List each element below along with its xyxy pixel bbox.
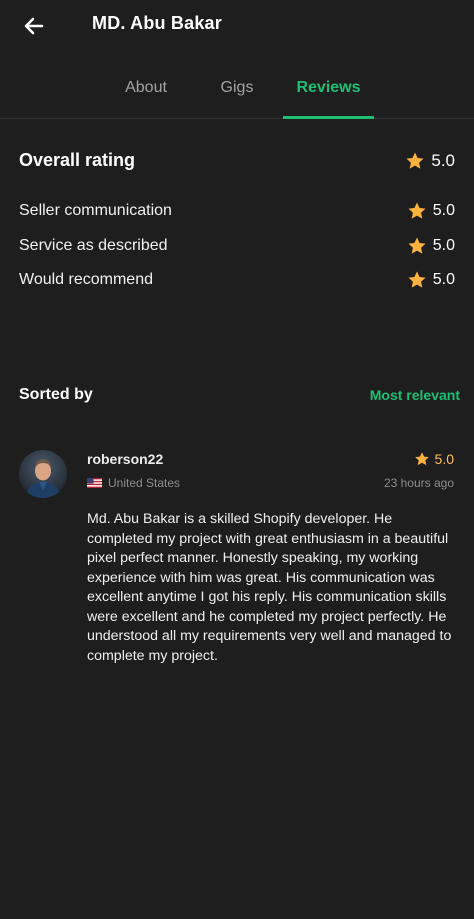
rating-label: Service as described xyxy=(19,237,168,254)
country-name: United States xyxy=(108,476,181,490)
rating-label: Seller communication xyxy=(19,202,172,219)
top-bar: MD. Abu Bakar xyxy=(0,0,474,56)
overall-rating-value-group: 5.0 xyxy=(405,151,455,171)
avatar-image xyxy=(19,450,67,498)
star-icon xyxy=(408,271,426,288)
rating-value: 5.0 xyxy=(432,271,455,288)
rating-value: 5.0 xyxy=(432,237,455,254)
rating-value-group: 5.0 xyxy=(407,236,455,256)
tab-gigs[interactable]: Gigs xyxy=(208,70,266,118)
star-icon xyxy=(408,237,426,254)
overall-rating-label: Overall rating xyxy=(19,150,136,170)
sort-dropdown[interactable]: Most relevant xyxy=(370,387,460,403)
sort-label: Sorted by xyxy=(19,386,93,403)
rating-value: 5.0 xyxy=(432,202,455,219)
us-flag-icon xyxy=(87,478,102,488)
review-text: Md. Abu Bakar is a skilled Shopify devel… xyxy=(87,511,452,664)
rating-row-seller-communication: Seller communication 5.0 xyxy=(19,201,455,221)
review-time: 23 hours ago xyxy=(383,476,454,490)
rating-row-would-recommend: Would recommend 5.0 xyxy=(19,270,455,290)
review-rating-value: 5.0 xyxy=(434,451,454,467)
back-button[interactable] xyxy=(18,10,50,42)
star-icon xyxy=(406,152,424,169)
tab-bar: About Gigs Reviews xyxy=(0,70,474,119)
sort-row: Sorted by Most relevant xyxy=(19,386,460,404)
rating-row-service-as-described: Service as described 5.0 xyxy=(19,236,455,256)
reviewer-username[interactable]: roberson22 xyxy=(87,451,163,467)
star-icon xyxy=(408,202,426,219)
tab-reviews[interactable]: Reviews xyxy=(283,70,374,119)
overall-rating-value: 5.0 xyxy=(431,150,455,170)
review-rating: 5.0 xyxy=(414,451,454,467)
star-icon xyxy=(414,452,429,466)
arrow-left-icon xyxy=(24,17,44,35)
reviewer-country: United States xyxy=(87,476,180,490)
page-title: MD. Abu Bakar xyxy=(92,13,222,33)
rating-value-group: 5.0 xyxy=(407,270,455,290)
rating-label: Would recommend xyxy=(19,271,153,288)
rating-value-group: 5.0 xyxy=(407,201,455,221)
tab-about[interactable]: About xyxy=(112,70,180,118)
overall-rating-row: Overall rating 5.0 xyxy=(19,150,455,171)
avatar[interactable] xyxy=(19,450,67,498)
